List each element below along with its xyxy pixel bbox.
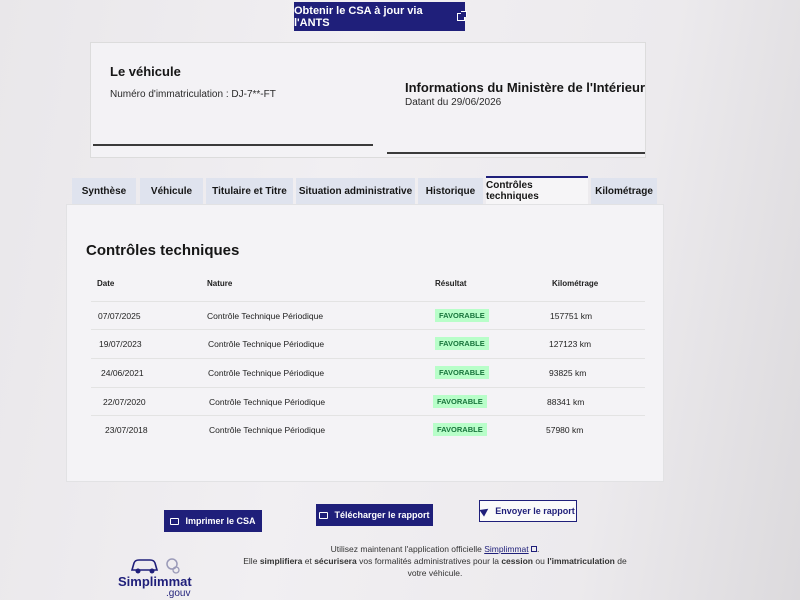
logo-suffix: .gouv: [166, 588, 191, 599]
section-title: Contrôles techniques: [86, 242, 240, 259]
tab-controles[interactable]: Contrôles techniques: [486, 176, 588, 204]
logo-wordmark: Simplimmat: [118, 574, 192, 589]
promo-line-2: Elle simplifiera et sécurisera vos forma…: [243, 556, 627, 578]
status-badge: FAVORABLE: [435, 337, 489, 350]
ants-csa-button-label: Obtenir le CSA à jour via l'ANTS: [294, 4, 423, 29]
table-row: 22/07/2020 Contrôle Technique Périodique…: [91, 387, 645, 415]
tab-situation[interactable]: Situation administrative: [296, 178, 415, 204]
print-csa-button[interactable]: Imprimer le CSA: [164, 510, 262, 532]
registration-number: Numéro d'immatriculation : DJ-7**-FT: [110, 89, 276, 100]
row-km: 93825 km: [549, 368, 587, 378]
promo-line-1: Utilisez maintenant l'application offici…: [330, 544, 540, 554]
tab-kilometrage[interactable]: Kilométrage: [591, 178, 657, 204]
ministry-title: Informations du Ministère de l'Intérieur: [405, 80, 646, 95]
ants-csa-button[interactable]: Obtenir le CSA à jour via l'ANTS: [294, 2, 467, 31]
simplimmat-logo: Simplimmat .gouv: [114, 554, 209, 600]
printer-icon: [319, 511, 329, 519]
row-nature: Contrôle Technique Périodique: [208, 339, 325, 349]
status-badge: FAVORABLE: [435, 366, 489, 379]
table-row: 07/07/2025 Contrôle Technique Périodique…: [91, 301, 645, 329]
divider-left: [93, 144, 373, 146]
tab-historique[interactable]: Historique: [418, 178, 483, 204]
column-header-result: Résultat: [435, 279, 467, 288]
row-km: 57980 km: [546, 425, 584, 435]
send-icon: [479, 505, 491, 517]
row-date: 23/07/2018: [105, 425, 148, 435]
column-header-km: Kilométrage: [552, 279, 599, 288]
row-km: 88341 km: [547, 397, 585, 407]
row-nature: Contrôle Technique Périodique: [209, 397, 326, 407]
controles-panel: Contrôles techniques Date Nature Résulta…: [66, 204, 664, 482]
divider-right: [387, 152, 645, 154]
tab-synthese[interactable]: Synthèse: [72, 178, 136, 204]
external-link-icon: [457, 10, 467, 21]
car-icon: [130, 558, 180, 574]
status-badge: FAVORABLE: [435, 309, 489, 322]
row-date: 07/07/2025: [98, 311, 141, 321]
row-km: 127123 km: [549, 339, 592, 349]
row-nature: Contrôle Technique Périodique: [208, 368, 325, 378]
download-report-button[interactable]: Télécharger le rapport: [316, 504, 433, 526]
row-nature: Contrôle Technique Périodique: [207, 311, 324, 321]
row-date: 22/07/2020: [103, 397, 146, 407]
vehicle-title: Le véhicule: [110, 64, 181, 79]
tab-vehicule[interactable]: Véhicule: [140, 178, 203, 204]
row-date: 24/06/2021: [101, 368, 144, 378]
send-report-button[interactable]: Envoyer le rapport: [479, 500, 577, 522]
row-date: 19/07/2023: [99, 339, 142, 349]
column-header-date: Date: [97, 279, 115, 288]
simplimmat-promo: Utilisez maintenant l'application offici…: [235, 543, 635, 579]
external-link-icon: [531, 546, 538, 552]
vehicle-info-card: Le véhicule Numéro d'immatriculation : D…: [90, 42, 646, 158]
printer-icon: [170, 517, 180, 525]
status-badge: FAVORABLE: [433, 423, 487, 436]
table-row: 24/06/2021 Contrôle Technique Périodique…: [91, 358, 645, 386]
row-km: 157751 km: [550, 311, 593, 321]
row-nature: Contrôle Technique Périodique: [209, 425, 326, 435]
ministry-date: Datant du 29/06/2026: [405, 97, 502, 108]
status-badge: FAVORABLE: [433, 395, 487, 408]
tab-titulaire[interactable]: Titulaire et Titre: [206, 178, 293, 204]
table-row: 23/07/2018 Contrôle Technique Périodique…: [91, 415, 645, 443]
column-header-nature: Nature: [207, 279, 233, 288]
table-row: 19/07/2023 Contrôle Technique Périodique…: [91, 329, 645, 357]
simplimmat-link[interactable]: Simplimmat: [484, 544, 528, 554]
